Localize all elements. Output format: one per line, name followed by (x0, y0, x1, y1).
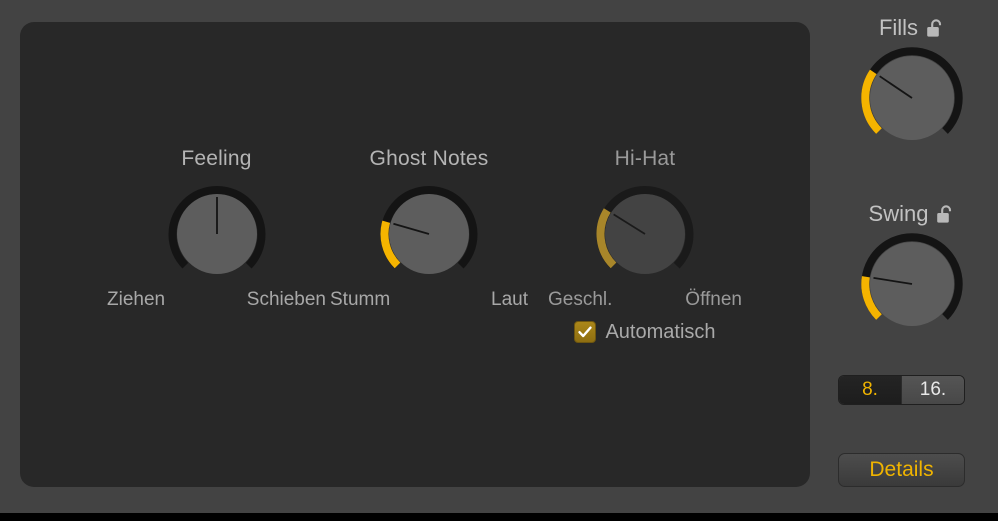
knob-scale-label-right-ghost-notes: Laut (491, 289, 528, 310)
knob-hi-hat-dial[interactable] (596, 185, 694, 283)
knob-label-fills: Fills (878, 15, 919, 40)
knob-scale-label-left-ghost-notes: Stumm (330, 289, 391, 310)
unlocked-padlock-icon-swing[interactable] (936, 202, 955, 226)
checkbox-label-automatic: Automatisch (605, 321, 716, 343)
knob-group-fills: Fills (826, 14, 998, 149)
knob-group-hi-hat: Hi-Hat Geschl. Öffnen Automatisch (540, 147, 750, 343)
unlocked-padlock-icon (937, 205, 952, 223)
drummer-plugin-window: Feeling Ziehen Schieben Ghost Notes Stum… (0, 0, 998, 521)
knob-label-ghost-notes: Ghost Notes (369, 147, 489, 170)
knob-swing[interactable] (861, 233, 963, 335)
knob-scale-label-right-feeling: Schieben (246, 289, 326, 310)
unlocked-padlock-icon (927, 19, 942, 37)
knob-scale-hi-hat: Geschl. Öffnen (540, 289, 750, 311)
right-controls-column: Fills Swing 8. 16. Details (826, 0, 998, 513)
knob-label-feeling: Feeling (181, 147, 252, 170)
segment-option-16[interactable]: 16. (901, 376, 964, 404)
fills-title-row: Fills (826, 14, 998, 42)
knob-group-swing: Swing (826, 200, 998, 335)
checkmark-icon (578, 326, 593, 338)
knob-group-feeling: Feeling Ziehen Schieben (104, 147, 329, 311)
knob-feeling-dial[interactable] (168, 185, 266, 283)
knob-fills[interactable] (861, 47, 963, 149)
note-division-segmented-control[interactable]: 8. 16. (838, 375, 965, 405)
knob-fills-dial[interactable] (861, 47, 963, 149)
knob-ghost-notes[interactable] (380, 185, 478, 283)
knob-hi-hat[interactable] (596, 185, 694, 283)
knob-scale-feeling: Ziehen Schieben (104, 289, 329, 311)
knob-scale-ghost-notes: Stumm Laut (320, 289, 538, 311)
knob-label-hi-hat: Hi-Hat (614, 147, 676, 170)
knob-feeling[interactable] (168, 185, 266, 283)
knob-ghost-notes-dial[interactable] (380, 185, 478, 283)
main-controls-panel: Feeling Ziehen Schieben Ghost Notes Stum… (20, 22, 810, 487)
segment-option-8[interactable]: 8. (839, 376, 901, 404)
unlocked-padlock-icon-fills[interactable] (926, 16, 945, 40)
knob-scale-label-right-hi-hat: Öffnen (685, 289, 742, 310)
details-button[interactable]: Details (838, 453, 965, 487)
knob-scale-label-left-hi-hat: Geschl. (548, 289, 613, 310)
bottom-edge-strip (0, 513, 998, 521)
automatic-checkbox-row[interactable]: Automatisch (540, 321, 750, 343)
knob-group-ghost-notes: Ghost Notes Stumm Laut (320, 147, 538, 311)
knob-scale-label-left-feeling: Ziehen (107, 289, 166, 310)
knob-swing-dial[interactable] (861, 233, 963, 335)
knob-label-swing: Swing (868, 201, 929, 226)
checkbox-automatic[interactable] (574, 321, 597, 343)
swing-title-row: Swing (826, 200, 998, 228)
